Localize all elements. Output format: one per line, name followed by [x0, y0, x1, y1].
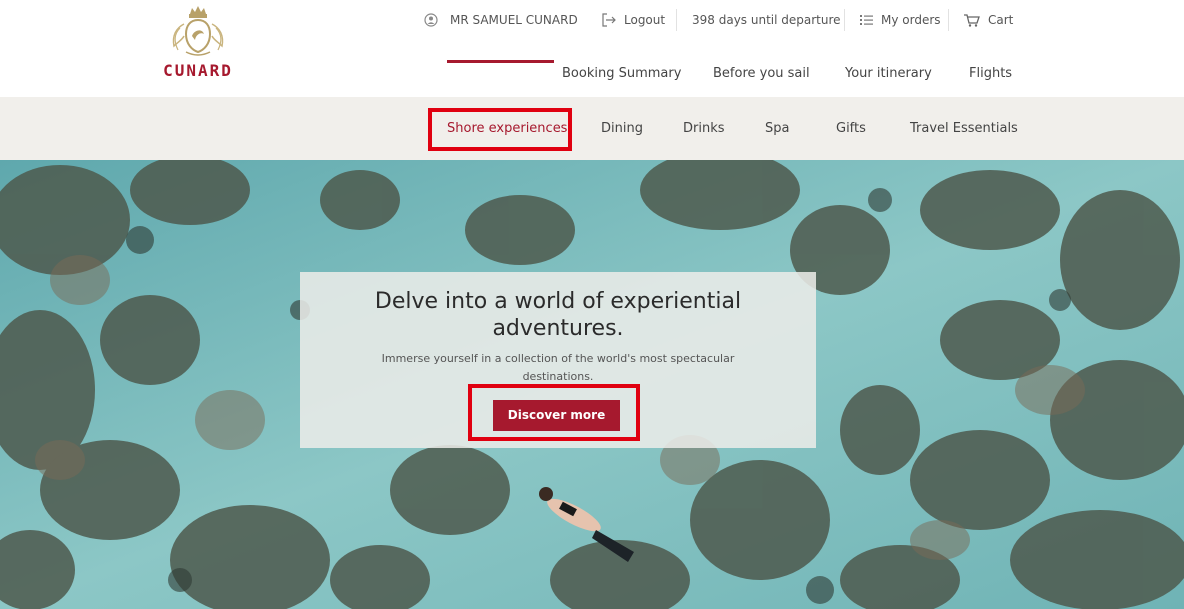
hero-subtitle: Immerse yourself in a collection of the …	[360, 350, 756, 386]
cunard-crest-icon	[172, 6, 224, 56]
cart-link[interactable]: Cart	[964, 11, 1013, 29]
nav-your-itinerary[interactable]: Your itinerary	[845, 66, 932, 81]
departure-countdown: 398 days until departure	[692, 11, 841, 29]
user-name: MR SAMUEL CUNARD	[450, 13, 578, 27]
main-nav: Booking Summary Before you sail Your iti…	[0, 66, 1184, 84]
divider	[844, 9, 845, 31]
active-tab-indicator	[447, 60, 554, 63]
my-orders-label: My orders	[881, 13, 941, 27]
hero-title-line-1: Delve into a world of experiential	[374, 289, 742, 314]
logout-label: Logout	[624, 13, 666, 27]
divider	[948, 9, 949, 31]
tab-gifts[interactable]: Gifts	[836, 121, 866, 136]
highlight-box-cta	[468, 384, 640, 441]
countdown-text: 398 days until departure	[692, 13, 841, 27]
nav-flights[interactable]: Flights	[969, 66, 1012, 81]
hero-title-line-2: adventures.	[492, 316, 624, 341]
hero-title: Delve into a world of experiential adven…	[300, 288, 816, 342]
tab-spa[interactable]: Spa	[765, 121, 789, 136]
nav-before-you-sail[interactable]: Before you sail	[713, 66, 810, 81]
divider	[676, 9, 677, 31]
cart-label: Cart	[988, 13, 1014, 27]
nav-booking-summary[interactable]: Booking Summary	[562, 66, 681, 81]
tab-drinks[interactable]: Drinks	[683, 121, 725, 136]
list-icon	[860, 15, 873, 25]
user-account[interactable]: MR SAMUEL CUNARD	[424, 11, 578, 29]
site-header: CUNARD MR SAMUEL CUNARD Logout 398 days …	[0, 0, 1184, 97]
sub-nav: Shore experiences Dining Drinks Spa Gift…	[0, 97, 1184, 160]
cart-icon	[964, 13, 980, 27]
tab-dining[interactable]: Dining	[601, 121, 643, 136]
tab-travel-essentials[interactable]: Travel Essentials	[910, 121, 1018, 136]
logout-link[interactable]: Logout	[602, 11, 665, 29]
my-orders-link[interactable]: My orders	[860, 11, 941, 29]
user-circle-icon	[424, 13, 438, 27]
hero-subtitle-line-1: Immerse yourself in a collection of the …	[381, 352, 735, 365]
highlight-box-tab	[428, 108, 572, 151]
logout-arrow-icon	[602, 13, 616, 27]
